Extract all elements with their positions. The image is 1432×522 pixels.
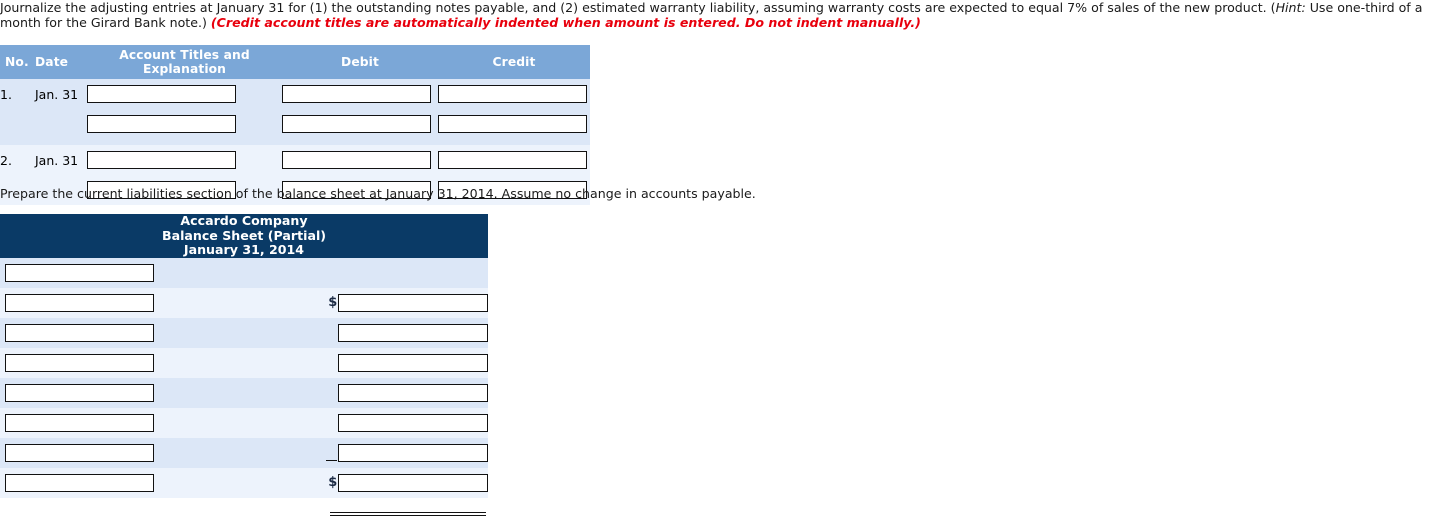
bs-middle-cell <box>162 437 326 468</box>
bs-amount-input[interactable] <box>338 353 489 372</box>
credit-cell <box>438 109 590 139</box>
bs-middle-cell <box>162 407 326 438</box>
bs-middle-cell <box>162 467 326 498</box>
bs-line-item-input[interactable] <box>5 323 154 342</box>
table-row <box>0 109 590 139</box>
account-title-input[interactable] <box>87 151 236 169</box>
bs-amount-input[interactable] <box>338 323 489 342</box>
entry-date-blank <box>35 109 87 139</box>
statement-name: Balance Sheet (Partial) <box>161 227 327 243</box>
bs-label-cell <box>0 407 163 438</box>
journal-header-row: No. Date Account Titles and Explanation … <box>0 45 590 79</box>
entry-number: 2. <box>0 145 35 175</box>
dollar-sign: $ <box>328 475 338 490</box>
bs-line-item-input[interactable] <box>5 473 154 492</box>
account-title-input[interactable] <box>87 115 236 133</box>
column-header-debit: Debit <box>282 45 438 79</box>
bs-label-cell <box>0 317 163 348</box>
column-header-credit: Credit <box>438 45 590 79</box>
balance-sheet-title-block: Accardo Company Balance Sheet (Partial) … <box>0 213 488 258</box>
bs-amount-input[interactable] <box>338 413 489 432</box>
table-row: $ <box>0 287 489 318</box>
column-header-no: No. <box>0 45 35 79</box>
journal-entry-table: No. Date Account Titles and Explanation … <box>0 45 590 205</box>
balance-sheet-header-row: Accardo Company Balance Sheet (Partial) … <box>0 213 488 258</box>
account-cell <box>87 109 282 139</box>
bs-label-cell <box>0 287 163 318</box>
bs-amount-input[interactable] <box>338 383 489 402</box>
bs-label-cell <box>0 257 163 288</box>
table-row <box>0 257 488 288</box>
debit-cell <box>282 109 438 139</box>
hint-label: Hint: <box>1275 0 1306 15</box>
bs-amount-cell <box>325 317 489 348</box>
bs-label-cell <box>0 467 163 498</box>
bs-amount-cell <box>325 347 489 378</box>
debit-cell <box>282 145 438 175</box>
credit-amount-input[interactable] <box>438 85 587 103</box>
credit-cell <box>438 145 590 175</box>
bs-line-item-input[interactable] <box>5 443 154 462</box>
account-cell <box>87 145 282 175</box>
entry-date: Jan. 31 <box>35 145 87 175</box>
table-row <box>0 347 489 378</box>
bs-line-item-input[interactable] <box>5 263 154 282</box>
bs-label-cell <box>0 437 163 468</box>
credit-indent-note: (Credit account titles are automatically… <box>210 15 921 30</box>
bs-amount-cell <box>325 407 489 438</box>
bs-label-cell <box>0 347 163 378</box>
bs-amount-cell <box>325 257 488 288</box>
account-cell <box>87 79 282 109</box>
subtotal-rule-icon <box>326 460 338 461</box>
balance-sheet-table: Accardo Company Balance Sheet (Partial) … <box>0 213 489 498</box>
company-name: Accardo Company <box>180 213 308 228</box>
instructions-part-1: Journalize the adjusting entries at Janu… <box>0 0 1276 15</box>
column-header-account: Account Titles and Explanation <box>87 45 282 79</box>
bs-amount-input[interactable] <box>338 293 489 312</box>
entry-number: 1. <box>0 79 35 109</box>
bs-line-item-input[interactable] <box>5 293 154 312</box>
credit-cell <box>438 79 590 109</box>
table-row <box>0 377 489 408</box>
bs-middle-cell <box>162 257 326 288</box>
instructions-paragraph: Journalize the adjusting entries at Janu… <box>0 0 1430 30</box>
credit-amount-input[interactable] <box>438 115 587 133</box>
total-double-underline <box>330 512 486 516</box>
debit-amount-input[interactable] <box>282 151 431 169</box>
bs-amount-cell: $ <box>325 287 489 318</box>
bs-middle-cell <box>162 317 326 348</box>
bs-amount-cell: $ <box>325 467 489 498</box>
table-row: 2. Jan. 31 <box>0 145 590 175</box>
bs-line-item-input[interactable] <box>5 383 154 402</box>
debit-cell <box>282 79 438 109</box>
bs-amount-input[interactable] <box>338 473 489 492</box>
account-title-input[interactable] <box>87 85 236 103</box>
bs-line-item-input[interactable] <box>5 353 154 372</box>
statement-date: January 31, 2014 <box>183 242 305 257</box>
balance-sheet-prompt: Prepare the current liabilities section … <box>0 186 756 201</box>
bs-middle-cell <box>162 287 326 318</box>
bs-amount-cell <box>325 377 489 408</box>
table-row: $ <box>0 467 489 498</box>
bs-middle-cell <box>162 347 326 378</box>
table-row <box>0 317 489 348</box>
dollar-sign: $ <box>328 295 338 310</box>
bs-line-item-input[interactable] <box>5 413 154 432</box>
credit-amount-input[interactable] <box>438 151 587 169</box>
column-header-date: Date <box>35 45 87 79</box>
debit-amount-input[interactable] <box>282 115 431 133</box>
bs-label-cell <box>0 377 163 408</box>
bs-middle-cell <box>162 377 326 408</box>
bs-amount-cell <box>325 437 489 468</box>
entry-number-blank <box>0 109 35 139</box>
table-row <box>0 437 489 468</box>
table-row: 1. Jan. 31 <box>0 79 590 109</box>
debit-amount-input[interactable] <box>282 85 431 103</box>
bs-amount-input[interactable] <box>338 443 489 462</box>
table-row <box>0 407 489 438</box>
entry-date: Jan. 31 <box>35 79 87 109</box>
